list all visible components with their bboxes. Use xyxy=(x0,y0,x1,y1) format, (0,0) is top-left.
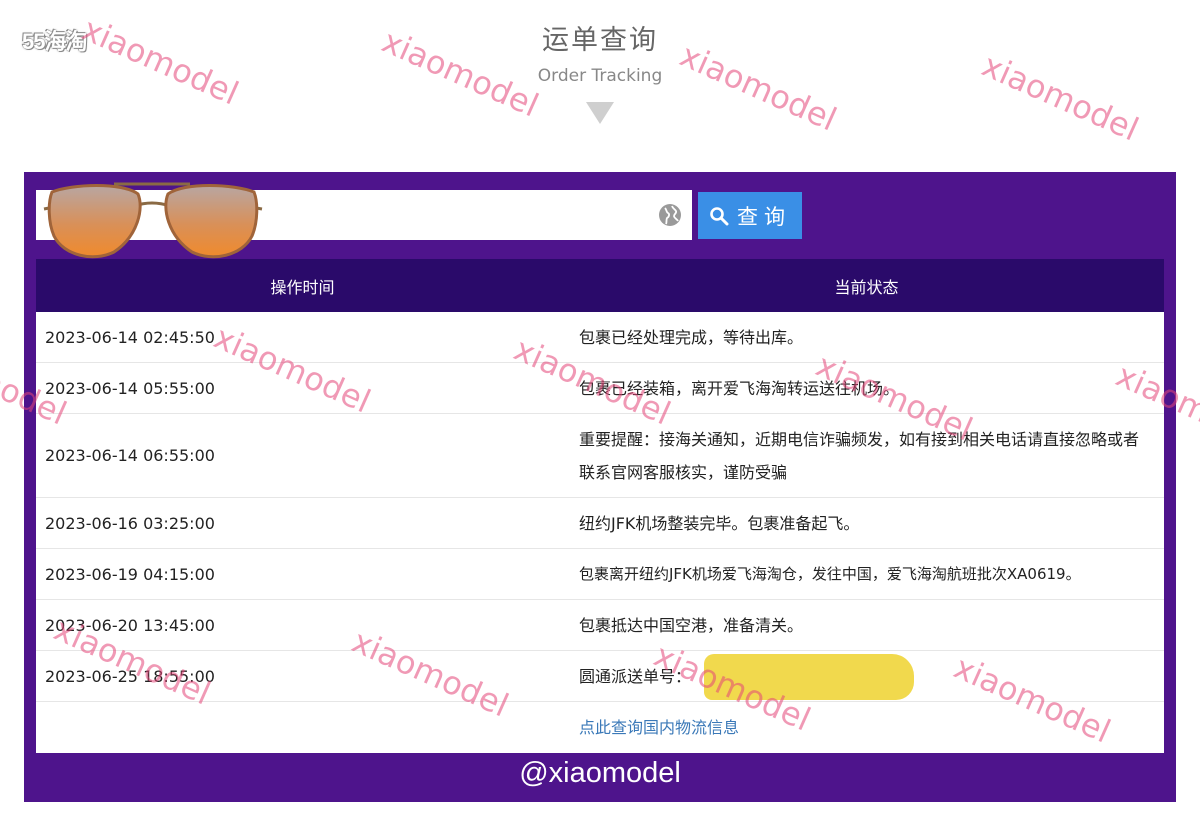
watermark-handle: @xiaomodel xyxy=(519,757,681,789)
column-header-time: 操作时间 xyxy=(270,277,335,297)
sunglasses-sticker xyxy=(43,182,263,259)
page-header: 运单查询 Order Tracking xyxy=(0,22,1200,124)
row-status: 包裹离开纽约JFK机场爱飞海淘仓，发往中国，爱飞海淘航班批次XA0619。 xyxy=(579,564,1081,583)
arrow-down-icon xyxy=(586,102,614,124)
tracking-table: 操作时间 当前状态 2023-06-14 02:45:50 包裹已经处理完成，等… xyxy=(36,259,1164,753)
row-time: 2023-06-16 03:25:00 xyxy=(45,513,215,533)
table-row: 2023-06-14 05:55:00 包裹已经装箱，离开爱飞海淘转运送往机场。 xyxy=(36,363,1164,414)
table-row: 2023-06-16 03:25:00 纽约JFK机场整装完毕。包裹准备起飞。 xyxy=(36,498,1164,549)
row-status: 包裹已经装箱，离开爱飞海淘转运送往机场。 xyxy=(579,378,900,398)
tracking-panel: 查询 操作时间 当前状态 2023-06-14 02:45:50 包裹已经处理完… xyxy=(24,172,1176,802)
table-header: 操作时间 当前状态 xyxy=(36,259,1164,312)
globe-icon[interactable] xyxy=(658,203,682,227)
table-row: 2023-06-19 04:15:00 包裹离开纽约JFK机场爱飞海淘仓，发往中… xyxy=(36,549,1164,600)
row-time: 2023-06-14 06:55:00 xyxy=(45,446,215,465)
row-time: 2023-06-19 04:15:00 xyxy=(45,564,215,584)
table-row: 2023-06-14 06:55:00 重要提醒：接海关通知，近期电信诈骗频发，… xyxy=(36,414,1164,498)
row-time-empty xyxy=(36,702,569,753)
row-time: 2023-06-25 18:55:00 xyxy=(45,666,215,686)
row-time: 2023-06-20 13:45:00 xyxy=(45,615,215,635)
search-button-label: 查询 xyxy=(737,204,791,229)
search-icon xyxy=(710,206,729,225)
page-title: 运单查询 xyxy=(542,25,658,56)
column-header-status: 当前状态 xyxy=(834,277,899,297)
row-status: 包裹抵达中国空港，准备清关。 xyxy=(579,615,804,635)
domestic-logistics-link[interactable]: 点此查询国内物流信息 xyxy=(569,702,1164,753)
search-button[interactable]: 查询 xyxy=(698,192,802,239)
table-row: 2023-06-25 18:55:00 圆通派送单号： xyxy=(36,651,1164,702)
row-status: 重要提醒：接海关通知，近期电信诈骗频发，如有接到相关电话请直接忽略或者联系官网客… xyxy=(579,429,1140,482)
page-subtitle: Order Tracking xyxy=(537,66,663,86)
row-time: 2023-06-14 05:55:00 xyxy=(45,378,215,398)
row-time: 2023-06-14 02:45:50 xyxy=(45,327,215,347)
table-row: 2023-06-14 02:45:50 包裹已经处理完成，等待出库。 xyxy=(36,312,1164,363)
table-row: 点此查询国内物流信息 xyxy=(36,702,1164,753)
table-row: 2023-06-20 13:45:00 包裹抵达中国空港，准备清关。 xyxy=(36,600,1164,651)
row-status: 包裹已经处理完成，等待出库。 xyxy=(579,327,804,347)
row-status: 纽约JFK机场整装完毕。包裹准备起飞。 xyxy=(579,513,860,533)
redaction-mark xyxy=(704,654,914,700)
